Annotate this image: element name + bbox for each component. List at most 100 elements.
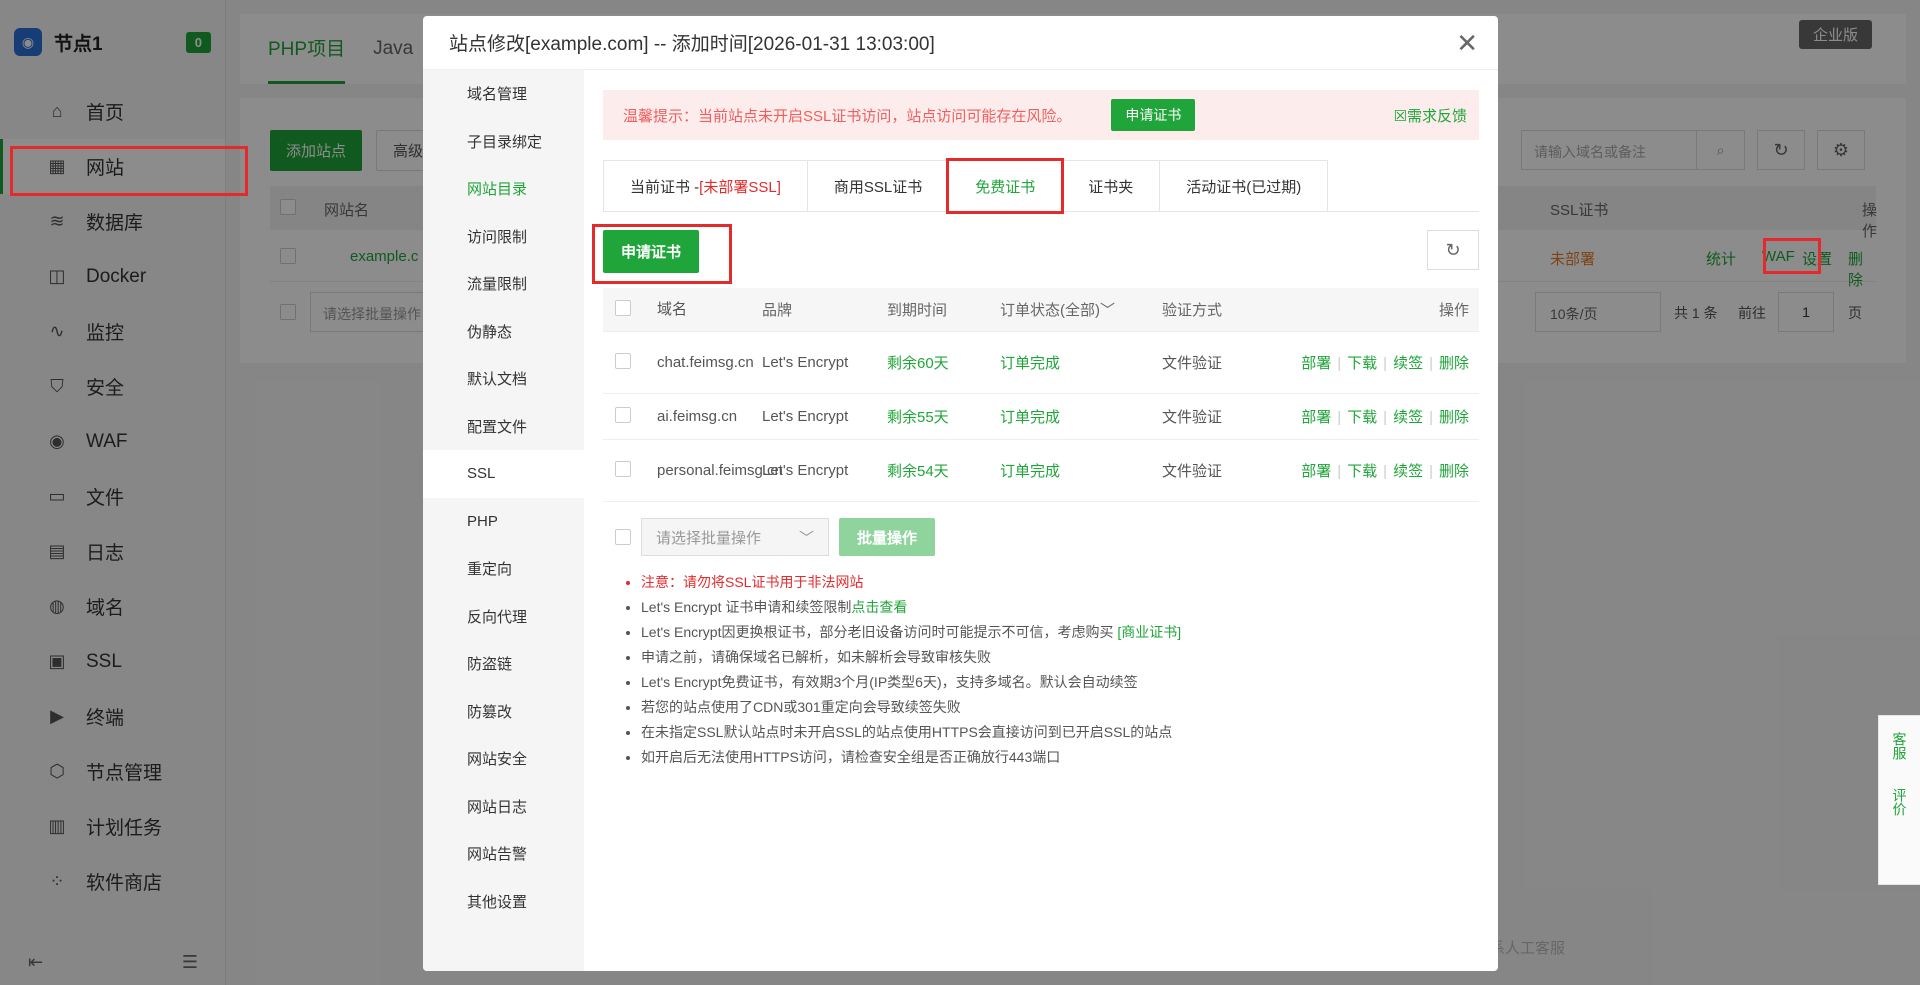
row-checkbox[interactable] (615, 406, 631, 423)
apply-cert-button[interactable]: 申请证书 (603, 230, 700, 273)
feedback-icon: ☒ (1393, 107, 1407, 125)
table-row: chat.feimsg.cn Let's Encrypt 剩余60天 订单完成 文件验证… (603, 332, 1479, 394)
note-7: 在未指定SSL默认站点时未开启SSL的站点使用HTTPS会直接访问到已开启SSL… (641, 720, 1479, 745)
tab-cert-folder[interactable]: 证书夹 (1061, 160, 1161, 212)
modal-side-item-16[interactable]: 网站告警 (423, 830, 584, 878)
batch-placeholder: 请选择批量操作 (656, 529, 762, 547)
modal-side-item-11[interactable]: 反向代理 (423, 593, 584, 641)
delete-link[interactable]: 删除 (1439, 409, 1469, 426)
download-link[interactable]: 下载 (1347, 355, 1377, 372)
refresh-icon[interactable]: ↻ (1427, 230, 1479, 270)
deploy-link[interactable]: 部署 (1301, 409, 1331, 426)
cert-status: 订单完成 (1000, 409, 1061, 426)
site-edit-modal: 站点修改[example.com] -- 添加时间[2026-01-31 13:… (423, 16, 1498, 971)
col-domain: 域名 (657, 301, 688, 318)
modal-side-item-15[interactable]: 网站日志 (423, 783, 584, 831)
tab-current-cert[interactable]: 当前证书 - [未部署SSL] (603, 160, 808, 212)
modal-sidebar: 域名管理 子目录绑定 网站目录 访问限制 流量限制 伪静态 默认文档 配置文件 SSL PHP 重定… (423, 70, 584, 971)
float-service-panel: 客服 评价 (1878, 715, 1920, 885)
warning-text: 温馨提示：当前站点未开启SSL证书访问，站点访问可能存在风险。 (623, 107, 1072, 125)
batch-select[interactable]: 请选择批量操作 ﹀ (641, 518, 829, 556)
separator: | (1429, 463, 1433, 480)
close-icon[interactable]: ✕ (1456, 28, 1478, 59)
cert-verify: 文件验证 (1162, 409, 1223, 426)
delete-link[interactable]: 删除 (1439, 355, 1469, 372)
deploy-link[interactable]: 部署 (1301, 463, 1331, 480)
renew-link[interactable]: 续签 (1393, 355, 1423, 372)
cert-domain: personal.feimsg.cn (657, 462, 783, 479)
tab-commercial-ssl[interactable]: 商用SSL证书 (806, 160, 950, 212)
select-all-checkbox[interactable] (615, 299, 631, 316)
modal-side-item-7[interactable]: 配置文件 (423, 403, 584, 451)
download-link[interactable]: 下载 (1347, 409, 1377, 426)
col-ops: 操作 (1438, 302, 1469, 319)
note-1: 注意：请勿将SSL证书用于非法网站 (641, 570, 1479, 595)
cert-domain: chat.feimsg.cn (657, 354, 754, 371)
modal-side-item-5[interactable]: 伪静态 (423, 308, 584, 356)
row-checkbox[interactable] (615, 460, 631, 477)
tab-activity-cert[interactable]: 活动证书(已过期) (1159, 160, 1329, 212)
modal-side-item-3[interactable]: 访问限制 (423, 213, 584, 261)
separator: | (1337, 355, 1342, 372)
cert-expire: 剩余54天 (887, 463, 949, 480)
delete-link[interactable]: 删除 (1439, 463, 1469, 480)
note-2-text: Let's Encrypt 证书申请和续签限制 (641, 599, 852, 615)
batch-button[interactable]: 批量操作 (839, 518, 936, 556)
modal-side-item-8[interactable]: SSL (423, 450, 584, 498)
row-checkbox[interactable] (615, 352, 631, 369)
col-verify: 验证方式 (1162, 302, 1223, 319)
cert-ops: 部署 | 下载 | 续签 | 删除 (1267, 460, 1479, 481)
cert-domain: ai.feimsg.cn (657, 408, 738, 425)
warning-apply-button[interactable]: 申请证书 (1111, 99, 1196, 131)
col-brand: 品牌 (762, 302, 793, 319)
cert-rows: chat.feimsg.cn Let's Encrypt 剩余60天订单完成 文件验证… (603, 332, 1479, 502)
table-row: ai.feimsg.cn Let's Encrypt 剩余55天 订单完成 文件验证 部署… (603, 394, 1479, 440)
modal-side-item-12[interactable]: 防盗链 (423, 640, 584, 688)
service-tab[interactable]: 客服 (1892, 732, 1908, 760)
cert-table-header: 域名 品牌 到期时间 订单状态(全部)﹀ 验证方式 操作 (603, 288, 1479, 332)
tab-free-cert[interactable]: 免费证书 (946, 158, 1065, 214)
footer-text: 系人工客服 (1490, 940, 1566, 957)
deploy-link[interactable]: 部署 (1301, 355, 1331, 372)
modal-side-item-13[interactable]: 防篡改 (423, 688, 584, 736)
commercial-cert-link[interactable]: [商业证书] (1117, 624, 1181, 640)
renew-link[interactable]: 续签 (1393, 409, 1423, 426)
note-2: Let's Encrypt 证书申请和续签限制点击查看 (641, 595, 1479, 620)
note-3: Let's Encrypt因更换根证书，部分老旧设备访问时可能提示不可信，考虑购… (641, 620, 1479, 645)
cert-tabs: 当前证书 - [未部署SSL] 商用SSL证书 免费证书 证书夹 活动证书(已过… (603, 158, 1479, 214)
cert-expire: 剩余55天 (887, 409, 949, 426)
cert-ops: 部署 | 下载 | 续签 | 删除 (1267, 406, 1479, 427)
feedback-label: 需求反馈 (1406, 107, 1467, 125)
rate-tab[interactable]: 评价 (1892, 788, 1908, 816)
cert-brand: Let's Encrypt (762, 354, 849, 371)
col-status-label: 订单状态(全部) (1000, 302, 1100, 319)
modal-side-item-0[interactable]: 域名管理 (423, 70, 584, 118)
modal-title: 站点修改[example.com] -- 添加时间[2026-01-31 13:… (423, 16, 1498, 70)
modal-side-item-6[interactable]: 默认文档 (423, 355, 584, 403)
separator: | (1429, 409, 1433, 426)
modal-body: 温馨提示：当前站点未开启SSL证书访问，站点访问可能存在风险。 申请证书 ☒需求… (584, 70, 1498, 971)
renew-link[interactable]: 续签 (1393, 463, 1423, 480)
chevron-down-icon: ﹀ (798, 529, 814, 547)
modal-side-item-2[interactable]: 网站目录 (423, 165, 584, 213)
col-status-filter[interactable]: 订单状态(全部)﹀ (1000, 299, 1162, 320)
modal-side-item-10[interactable]: 重定向 (423, 545, 584, 593)
table-row: personal.feimsg.cn Let's Encrypt 剩余54天 订单完成… (603, 440, 1479, 502)
separator: | (1429, 355, 1433, 372)
modal-side-item-9[interactable]: PHP (423, 498, 584, 546)
cert-expire: 剩余60天 (887, 355, 949, 372)
modal-side-item-1[interactable]: 子目录绑定 (423, 118, 584, 166)
modal-side-item-17[interactable]: 其他设置 (423, 878, 584, 926)
modal-side-item-4[interactable]: 流量限制 (423, 260, 584, 308)
col-expire: 到期时间 (887, 302, 948, 319)
cert-status: 订单完成 (1000, 463, 1061, 480)
cert-ops: 部署 | 下载 | 续签 | 删除 (1267, 352, 1479, 373)
note-3-text: Let's Encrypt因更换根证书，部分老旧设备访问时可能提示不可信，考虑购… (641, 624, 1118, 640)
note-6: 若您的站点使用了CDN或301重定向会导致续签失败 (641, 695, 1479, 720)
modal-side-item-14[interactable]: 网站安全 (423, 735, 584, 783)
batch-checkbox[interactable] (615, 529, 631, 545)
cert-brand: Let's Encrypt (762, 408, 849, 425)
download-link[interactable]: 下载 (1347, 463, 1377, 480)
feedback-link[interactable]: ☒需求反馈 (1394, 105, 1467, 126)
limit-link[interactable]: 点击查看 (851, 599, 907, 615)
